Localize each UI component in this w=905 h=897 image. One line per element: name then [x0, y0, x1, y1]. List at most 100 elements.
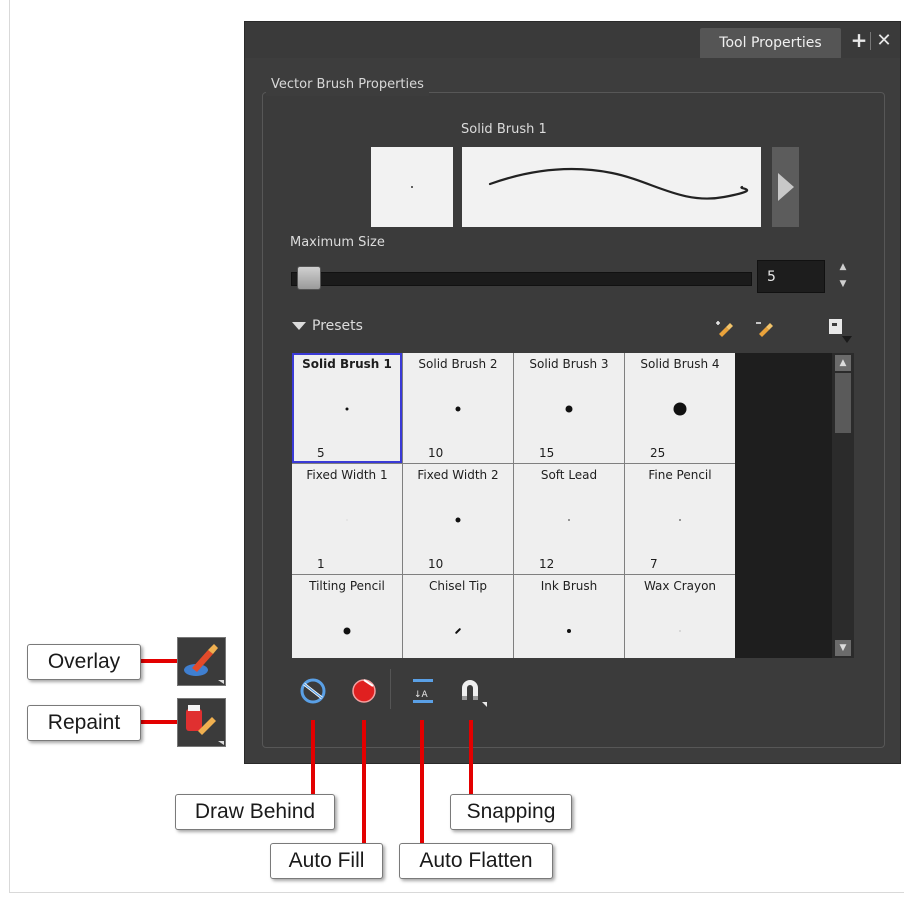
preset-size: 10 — [428, 446, 444, 460]
scroll-thumb[interactable] — [835, 373, 851, 433]
preset-brush-dot — [673, 402, 687, 416]
brush-parameters-button[interactable] — [772, 147, 799, 227]
preset-name: Fine Pencil — [648, 468, 712, 482]
callout-repaint: Repaint — [27, 705, 141, 741]
overlay-tool-icon[interactable] — [177, 637, 226, 686]
preset-cell[interactable]: Wax Crayon — [625, 575, 735, 658]
preset-cell[interactable]: Solid Brush 1 5 — [292, 353, 402, 463]
preset-name: Ink Brush — [540, 579, 598, 593]
preset-brush-dot — [455, 406, 461, 412]
spin-down-icon[interactable]: ▼ — [837, 279, 849, 291]
snapping-icon[interactable] — [454, 674, 488, 708]
preset-size: 15 — [539, 446, 555, 460]
preset-brush-dot — [454, 627, 462, 635]
callout-auto-flatten: Auto Flatten — [399, 843, 553, 879]
panel-tab-bar: Tool Properties + ✕ — [245, 22, 900, 58]
current-preset-name: Solid Brush 1 — [461, 122, 547, 137]
auto-fill-icon[interactable] — [347, 674, 381, 708]
preset-name: Solid Brush 3 — [529, 357, 609, 371]
auto-flatten-connector — [420, 720, 424, 844]
preset-brush-dot — [345, 407, 349, 411]
preset-cell[interactable]: Fixed Width 2 10 — [403, 464, 513, 574]
group-title: Vector Brush Properties — [266, 74, 429, 96]
stroke-preview-curve — [488, 167, 749, 200]
maximum-size-slider[interactable] — [291, 272, 752, 286]
preset-cell[interactable]: Soft Lead 12 — [514, 464, 624, 574]
presets-grid: Solid Brush 1 5 Solid Brush 2 10 Solid Brush… — [292, 353, 854, 658]
draw-behind-icon[interactable] — [296, 674, 330, 708]
preset-cell[interactable]: Fixed Width 1 1 — [292, 464, 402, 574]
delete-brush-icon[interactable] — [755, 318, 775, 338]
new-brush-icon[interactable] — [715, 318, 735, 338]
auto-flatten-icon[interactable]: ↓A — [406, 674, 440, 708]
preset-brush-dot — [565, 405, 573, 413]
preset-name: Soft Lead — [540, 468, 598, 482]
preset-name: Fixed Width 2 — [417, 468, 499, 482]
preset-cell[interactable]: Ink Brush — [514, 575, 624, 658]
presets-scrollbar[interactable]: ▲ ▼ — [832, 353, 854, 658]
brush-options-toolbar: ↓A — [292, 664, 492, 714]
preset-name: Fixed Width 1 — [306, 468, 388, 482]
spin-up-icon[interactable]: ▲ — [837, 262, 849, 274]
preset-name: Solid Brush 2 — [418, 357, 498, 371]
scroll-up-icon[interactable]: ▲ — [835, 355, 851, 371]
callout-overlay: Overlay — [27, 644, 141, 680]
preset-cell[interactable]: Tilting Pencil — [292, 575, 402, 658]
preset-cell[interactable]: Solid Brush 4 25 — [625, 353, 735, 463]
preset-name: Wax Crayon — [643, 579, 717, 593]
preset-cell[interactable]: Chisel Tip — [403, 575, 513, 658]
close-icon[interactable]: ✕ — [873, 28, 895, 52]
repaint-connector — [141, 720, 177, 724]
svg-text:↓A: ↓A — [414, 690, 429, 700]
preset-name: Solid Brush 1 — [302, 357, 392, 371]
plus-icon[interactable]: + — [848, 28, 870, 52]
tool-properties-panel: Tool Properties + ✕ Vector Brush Propert… — [245, 22, 900, 763]
stroke-preview — [462, 147, 761, 227]
preset-size: 10 — [428, 557, 444, 571]
repaint-tool-icon[interactable] — [177, 698, 226, 747]
draw-behind-connector — [311, 720, 315, 795]
callout-snapping: Snapping — [450, 794, 572, 830]
preset-brush-dot — [346, 519, 348, 521]
preset-brush-dot — [567, 629, 571, 633]
preset-name: Solid Brush 4 — [640, 357, 720, 371]
preset-size: 12 — [539, 557, 555, 571]
preset-brush-dot — [679, 630, 681, 632]
arrow-right-icon — [777, 173, 794, 201]
presets-menu-icon[interactable] — [828, 318, 852, 343]
presets-grid-cells: Solid Brush 1 5 Solid Brush 2 10 Solid Brush… — [292, 353, 735, 658]
preset-size: 25 — [650, 446, 666, 460]
preset-name: Tilting Pencil — [309, 579, 385, 593]
callout-draw-behind: Draw Behind — [175, 794, 335, 830]
toolbar-separator — [390, 669, 391, 709]
brush-tip-preview — [371, 147, 453, 227]
maximum-size-input[interactable]: 5 — [757, 260, 825, 293]
auto-fill-connector — [362, 720, 366, 845]
preset-brush-dot — [455, 517, 461, 523]
frame-border-bottom — [9, 892, 904, 893]
frame-border-left — [9, 0, 10, 893]
preset-size: 7 — [650, 557, 658, 571]
overlay-connector — [141, 659, 177, 663]
callout-auto-fill: Auto Fill — [270, 843, 383, 879]
presets-toggle[interactable]: Presets — [292, 318, 363, 334]
preset-cell[interactable]: Solid Brush 2 10 — [403, 353, 513, 463]
tab-tool-properties[interactable]: Tool Properties — [700, 28, 841, 58]
presets-label: Presets — [312, 318, 363, 334]
maximum-size-slider-thumb[interactable] — [297, 266, 321, 290]
preset-cell[interactable]: Fine Pencil 7 — [625, 464, 735, 574]
snapping-connector — [469, 720, 473, 795]
tab-divider — [870, 32, 871, 50]
preset-size: 1 — [317, 557, 325, 571]
preset-cell[interactable]: Solid Brush 3 15 — [514, 353, 624, 463]
presets-grid-empty-area — [735, 353, 832, 658]
preset-name: Chisel Tip — [428, 579, 487, 593]
scroll-down-icon[interactable]: ▼ — [835, 640, 851, 656]
brush-tip-dot — [411, 186, 413, 188]
preset-brush-dot — [679, 519, 681, 521]
collapse-triangle-icon — [292, 322, 306, 330]
maximum-size-label: Maximum Size — [290, 235, 385, 250]
preset-size: 5 — [317, 446, 325, 460]
preset-brush-dot — [343, 627, 351, 635]
preset-brush-dot — [568, 519, 570, 521]
